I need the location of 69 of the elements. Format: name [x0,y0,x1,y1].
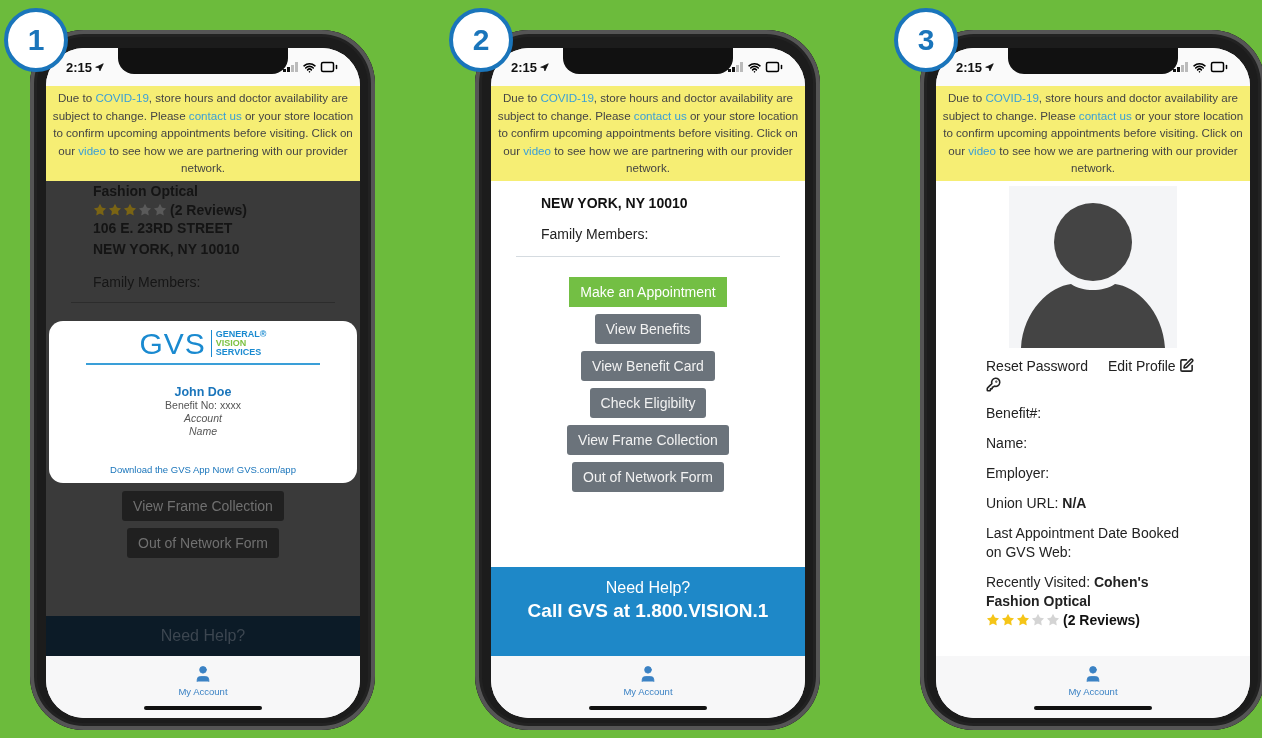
signal-icon [728,62,744,72]
profile-field: Name: [986,433,1191,453]
my-account-tab[interactable]: My Account [1068,664,1118,697]
wifi-icon [303,60,316,74]
logo-tagline: GENERAL® [215,330,267,340]
store-address: NEW YORK, NY 10010 [541,193,689,213]
covid-notice: Due to COVID-19, store hours and doctor availability are subject to change. Please contact us or your store location to confirm upcoming appointments before visiting. Click on our video to see how we are partnering with our provider network. [491,86,805,181]
notice-link[interactable]: contact us [633,108,687,122]
covid-notice: Due to COVID-19, store hours and doctor availability are subject to change. Please contact us or your store location to confirm upcoming appointments before visiting. Click on our video to see how we are partnering with our provider network. [46,86,360,181]
key-icon [986,376,1001,392]
menu-button[interactable]: Out of Network Form [127,527,279,558]
star-icon [108,202,122,217]
download-app-link[interactable]: Download the GVS App Now! GVS.com/app [110,463,296,475]
notice-link[interactable]: COVID-19 [985,91,1039,104]
status-time: 2:15 [956,59,995,75]
star-icon [986,612,1000,627]
profile-field: Recently Visited: Cohen's Fashion Optical [986,572,1191,611]
profile-field: Employer: [986,463,1191,483]
notice-link[interactable]: contact us [188,108,242,122]
notice-link[interactable]: COVID-19 [95,91,149,104]
notice-link[interactable]: COVID-19 [540,91,594,104]
profile-field: Union URL: N/A [986,493,1191,513]
my-account-tab[interactable]: My Account [178,664,228,697]
gvs-logo: GVS [139,328,206,359]
help-phone-link[interactable]: Call GVS at 1.800.VISION.1 [527,600,769,622]
wifi-icon [748,60,761,74]
menu-button[interactable]: Check Eligibilty [589,387,707,418]
menu-button[interactable]: View Frame Collection [122,490,284,521]
star-icon [138,202,152,217]
location-arrow-icon [95,62,105,72]
logo-tagline: VISION [215,339,248,349]
star-icon [123,202,137,217]
help-title: Need Help? [605,579,691,597]
card-detail: Name [189,424,217,438]
reset-password-link[interactable]: Reset Password [986,357,1088,392]
member-name: John Doe [174,384,232,399]
star-icon [93,202,107,217]
menu-button[interactable]: Make an Appointment [569,276,727,307]
logo-tagline: SERVICES [215,348,263,358]
review-count: (2 Reviews) [1063,611,1141,628]
location-arrow-icon [985,62,995,72]
my-account-tab[interactable]: My Account [623,664,673,697]
family-members-label: Family Members: [541,225,650,242]
star-icon [1031,612,1045,627]
star-icon [153,202,167,217]
status-time: 2:15 [66,59,105,75]
star-icon [1016,612,1030,627]
wifi-icon [1193,60,1206,74]
star-icon [1001,612,1015,627]
menu-button[interactable]: View Benefit Card [581,350,715,381]
notice-link[interactable]: contact us [1078,108,1132,122]
card-detail: Benefit No: xxxx [165,398,241,412]
notice-link[interactable]: video [78,143,106,157]
menu-button[interactable]: Out of Network Form [572,461,724,492]
status-time: 2:15 [511,59,550,75]
notice-link[interactable]: video [968,143,996,157]
card-detail: Account [184,411,222,425]
profile-field: Benefit#: [986,403,1191,423]
location-arrow-icon [540,62,550,72]
notice-link[interactable]: video [523,143,551,157]
edit-icon [1178,357,1194,373]
signal-icon [283,62,299,72]
edit-profile-link[interactable]: Edit Profile [1107,357,1194,392]
menu-button[interactable]: View Benefits [594,313,702,344]
covid-notice: Due to COVID-19, store hours and doctor availability are subject to change. Please contact us or your store location to confirm upcoming appointments before visiting. Click on our video to see how we are partnering with our provider network. [936,86,1250,181]
signal-icon [1173,62,1189,72]
star-icon [1046,612,1060,627]
menu-button[interactable]: View Frame Collection [567,424,729,455]
profile-field: Last Appointment Date Booked on GVS Web: [986,523,1191,562]
